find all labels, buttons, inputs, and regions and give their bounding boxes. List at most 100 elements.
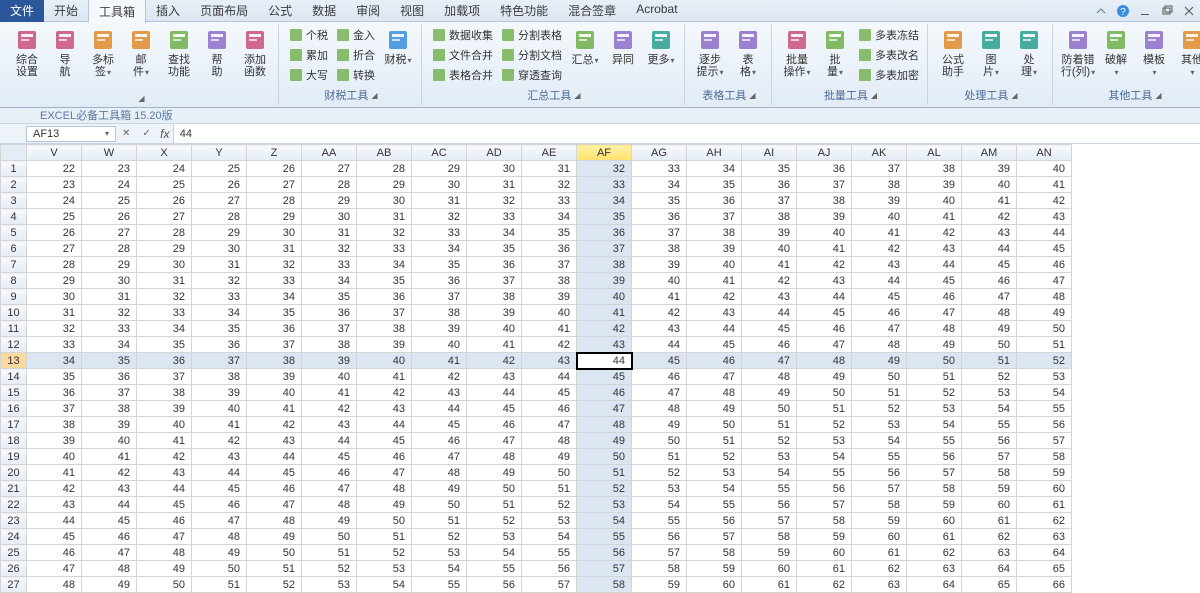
cell[interactable]: 44 bbox=[797, 289, 852, 305]
cell[interactable]: 47 bbox=[577, 401, 632, 417]
cell[interactable]: 51 bbox=[1017, 337, 1072, 353]
cell[interactable]: 40 bbox=[247, 385, 302, 401]
cell[interactable]: 57 bbox=[522, 577, 577, 593]
cell[interactable]: 37 bbox=[577, 241, 632, 257]
cell[interactable]: 44 bbox=[742, 305, 797, 321]
cell[interactable]: 29 bbox=[357, 177, 412, 193]
cell[interactable]: 50 bbox=[907, 353, 962, 369]
cell[interactable]: 52 bbox=[852, 401, 907, 417]
cell[interactable]: 40 bbox=[1017, 161, 1072, 177]
cell[interactable]: 51 bbox=[192, 577, 247, 593]
cell[interactable]: 44 bbox=[302, 433, 357, 449]
cell[interactable]: 61 bbox=[797, 561, 852, 577]
ribbon-button[interactable]: 汇总▾ bbox=[568, 26, 602, 69]
cell[interactable]: 44 bbox=[247, 449, 302, 465]
cell[interactable]: 53 bbox=[302, 577, 357, 593]
cell[interactable]: 59 bbox=[742, 545, 797, 561]
cell[interactable]: 37 bbox=[27, 401, 82, 417]
column-header[interactable]: W bbox=[82, 145, 137, 161]
cell[interactable]: 55 bbox=[412, 577, 467, 593]
cell[interactable]: 40 bbox=[412, 337, 467, 353]
cell[interactable]: 62 bbox=[797, 577, 852, 593]
ribbon-mini-button[interactable]: 折合 bbox=[334, 46, 377, 64]
cell[interactable]: 37 bbox=[357, 305, 412, 321]
cell[interactable]: 38 bbox=[632, 241, 687, 257]
cell[interactable]: 52 bbox=[797, 417, 852, 433]
cell[interactable]: 56 bbox=[907, 449, 962, 465]
cell[interactable]: 34 bbox=[27, 353, 82, 369]
cell[interactable]: 54 bbox=[632, 497, 687, 513]
cell[interactable]: 58 bbox=[962, 465, 1017, 481]
cell[interactable]: 64 bbox=[962, 561, 1017, 577]
menu-tab-混合签章[interactable]: 混合签章 bbox=[558, 0, 626, 23]
cell[interactable]: 41 bbox=[797, 241, 852, 257]
cell[interactable]: 60 bbox=[797, 545, 852, 561]
cell[interactable]: 37 bbox=[797, 177, 852, 193]
cell[interactable]: 52 bbox=[962, 369, 1017, 385]
cell[interactable]: 57 bbox=[1017, 433, 1072, 449]
row-header[interactable]: 10 bbox=[1, 305, 27, 321]
cell[interactable]: 42 bbox=[192, 433, 247, 449]
cell[interactable]: 50 bbox=[962, 337, 1017, 353]
cell[interactable]: 50 bbox=[687, 417, 742, 433]
cell[interactable]: 40 bbox=[27, 449, 82, 465]
help-icon[interactable]: ? bbox=[1116, 4, 1130, 18]
cell[interactable]: 53 bbox=[797, 433, 852, 449]
cell[interactable]: 38 bbox=[412, 305, 467, 321]
cell[interactable]: 40 bbox=[797, 225, 852, 241]
cell[interactable]: 58 bbox=[797, 513, 852, 529]
cell[interactable]: 41 bbox=[687, 273, 742, 289]
cell[interactable]: 25 bbox=[137, 177, 192, 193]
cell[interactable]: 42 bbox=[962, 209, 1017, 225]
cell[interactable]: 35 bbox=[192, 321, 247, 337]
cell[interactable]: 56 bbox=[522, 561, 577, 577]
cell[interactable]: 43 bbox=[1017, 209, 1072, 225]
cell[interactable]: 48 bbox=[82, 561, 137, 577]
cell[interactable]: 32 bbox=[577, 161, 632, 177]
cell[interactable]: 27 bbox=[137, 209, 192, 225]
cell[interactable]: 45 bbox=[962, 257, 1017, 273]
cell[interactable]: 49 bbox=[632, 417, 687, 433]
cell[interactable]: 57 bbox=[687, 529, 742, 545]
ribbon-button[interactable]: 更多▾ bbox=[644, 26, 678, 69]
cell[interactable]: 28 bbox=[302, 177, 357, 193]
cell[interactable]: 34 bbox=[137, 321, 192, 337]
cell[interactable]: 34 bbox=[577, 193, 632, 209]
cell[interactable]: 38 bbox=[797, 193, 852, 209]
cell[interactable]: 48 bbox=[687, 385, 742, 401]
cell[interactable]: 53 bbox=[1017, 369, 1072, 385]
cell[interactable]: 50 bbox=[467, 481, 522, 497]
cell[interactable]: 52 bbox=[412, 529, 467, 545]
cell[interactable]: 58 bbox=[907, 481, 962, 497]
cell[interactable]: 42 bbox=[247, 417, 302, 433]
cell[interactable]: 55 bbox=[1017, 401, 1072, 417]
cell[interactable]: 44 bbox=[467, 385, 522, 401]
cell[interactable]: 46 bbox=[577, 385, 632, 401]
cell[interactable]: 55 bbox=[687, 497, 742, 513]
cell[interactable]: 44 bbox=[1017, 225, 1072, 241]
cell[interactable]: 39 bbox=[742, 225, 797, 241]
ribbon-mini-button[interactable]: 数据收集 bbox=[430, 26, 495, 44]
fx-icon[interactable]: fx bbox=[157, 127, 173, 141]
cell[interactable]: 43 bbox=[302, 417, 357, 433]
cell[interactable]: 30 bbox=[467, 161, 522, 177]
menu-tab-页面布局[interactable]: 页面布局 bbox=[190, 0, 258, 23]
cell[interactable]: 42 bbox=[907, 225, 962, 241]
cell[interactable]: 38 bbox=[27, 417, 82, 433]
cell[interactable]: 40 bbox=[82, 433, 137, 449]
cell[interactable]: 61 bbox=[1017, 497, 1072, 513]
cell[interactable]: 46 bbox=[247, 481, 302, 497]
cell[interactable]: 57 bbox=[742, 513, 797, 529]
cell[interactable]: 53 bbox=[357, 561, 412, 577]
cell[interactable]: 39 bbox=[82, 417, 137, 433]
cell[interactable]: 42 bbox=[137, 449, 192, 465]
cell[interactable]: 50 bbox=[192, 561, 247, 577]
menu-tab-插入[interactable]: 插入 bbox=[146, 0, 190, 23]
cell[interactable]: 27 bbox=[247, 177, 302, 193]
cell[interactable]: 42 bbox=[687, 289, 742, 305]
cell[interactable]: 46 bbox=[137, 513, 192, 529]
cell[interactable]: 54 bbox=[852, 433, 907, 449]
cell[interactable]: 50 bbox=[577, 449, 632, 465]
row-header[interactable]: 9 bbox=[1, 289, 27, 305]
cell[interactable]: 51 bbox=[302, 545, 357, 561]
